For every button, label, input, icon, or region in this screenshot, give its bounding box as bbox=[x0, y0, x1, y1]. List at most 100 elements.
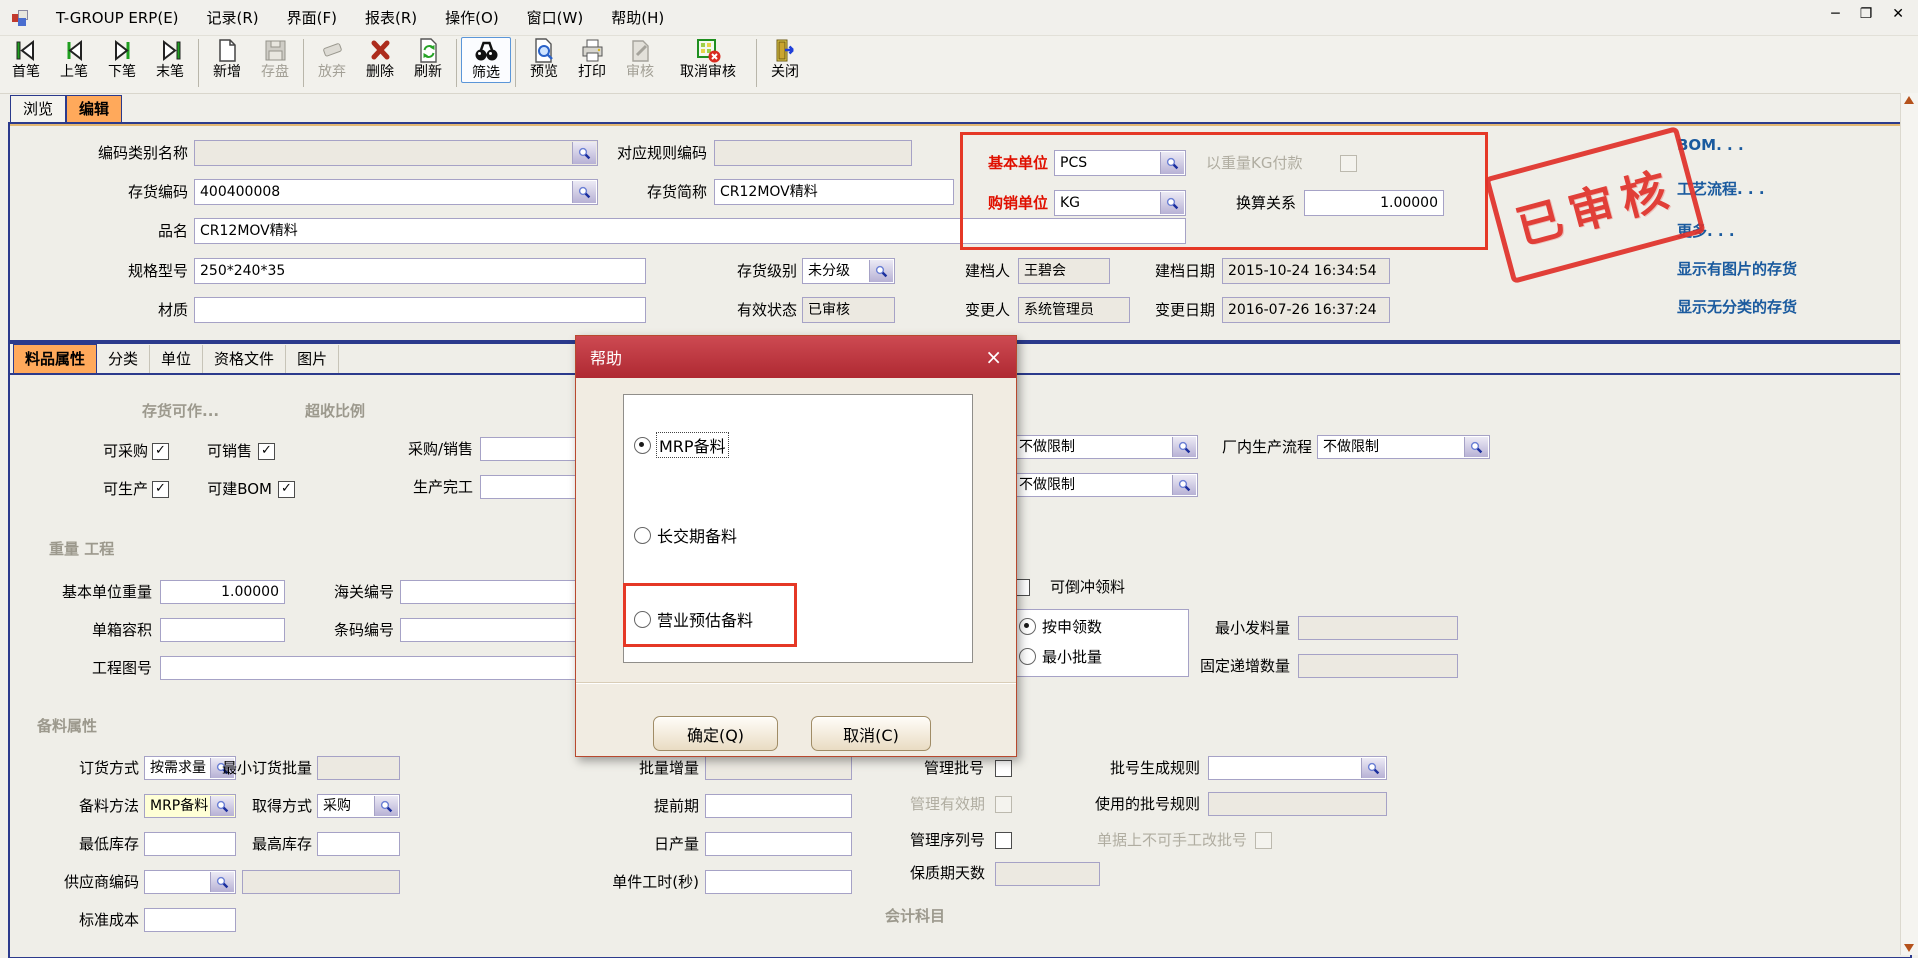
can-buy-checkbox[interactable] bbox=[152, 443, 169, 460]
prev-record-button[interactable]: 上笔 bbox=[50, 37, 98, 81]
batch-increment-field bbox=[705, 756, 852, 780]
limit-field-2[interactable]: 不做限制 bbox=[1013, 473, 1198, 497]
option-sales-forecast[interactable]: 营业预估备料 bbox=[634, 607, 753, 631]
section-preparation: 备料属性 bbox=[37, 715, 97, 736]
tab-qualification-files[interactable]: 资格文件 bbox=[203, 345, 286, 373]
new-button[interactable]: 新增 bbox=[203, 37, 251, 81]
tab-browse[interactable]: 浏览 bbox=[10, 95, 66, 122]
base-unit-weight-field[interactable]: 1.00000 bbox=[160, 580, 285, 604]
radio-sales-forecast[interactable] bbox=[634, 611, 651, 628]
menu-help[interactable]: 帮助(H) bbox=[597, 7, 678, 28]
can-make-checkbox[interactable] bbox=[152, 481, 169, 498]
changer-label: 变更人 bbox=[910, 297, 1010, 323]
min-order-field bbox=[317, 756, 400, 780]
no-manual-batch-label: 单据上不可手工改批号 bbox=[1097, 827, 1247, 853]
product-name-field[interactable]: CR12MOV精料 bbox=[194, 218, 1186, 244]
option-long-lead[interactable]: 长交期备料 bbox=[634, 523, 737, 547]
radio-min-batch[interactable] bbox=[1019, 648, 1036, 665]
toolbar-separator bbox=[456, 39, 457, 87]
box-volume-field[interactable] bbox=[160, 618, 285, 642]
bom-link[interactable]: BOM. . . bbox=[1677, 136, 1744, 154]
vertical-scrollbar[interactable] bbox=[1900, 93, 1918, 955]
can-bom-checkbox[interactable] bbox=[278, 481, 295, 498]
lead-time-field[interactable] bbox=[705, 794, 852, 818]
restore-button[interactable]: ❐ bbox=[1860, 6, 1873, 22]
first-record-button[interactable]: 首笔 bbox=[2, 37, 50, 81]
manage-batch-checkbox[interactable] bbox=[995, 760, 1012, 777]
base-unit-field[interactable]: PCS bbox=[1054, 150, 1186, 176]
radio-long-lead[interactable] bbox=[634, 527, 651, 544]
next-record-button[interactable]: 下笔 bbox=[98, 37, 146, 81]
lookup-icon[interactable] bbox=[869, 260, 893, 282]
unit-hours-field[interactable] bbox=[705, 870, 852, 894]
trade-unit-field[interactable]: KG bbox=[1054, 190, 1186, 216]
limit-field-1[interactable]: 不做限制 bbox=[1013, 435, 1198, 459]
tab-pictures[interactable]: 图片 bbox=[286, 345, 339, 373]
supplier-code-field[interactable] bbox=[144, 870, 236, 894]
scroll-up-icon[interactable] bbox=[1904, 96, 1914, 104]
menu-ui[interactable]: 界面(F) bbox=[273, 7, 351, 28]
daily-output-field[interactable] bbox=[705, 832, 852, 856]
lookup-icon[interactable] bbox=[210, 872, 234, 892]
menu-record[interactable]: 记录(R) bbox=[193, 7, 273, 28]
lookup-icon[interactable] bbox=[1172, 475, 1196, 495]
menu-report[interactable]: 报表(R) bbox=[351, 7, 431, 28]
material-field[interactable] bbox=[194, 297, 646, 323]
fixed-increment-field bbox=[1298, 654, 1458, 678]
option-mrp[interactable]: MRP备料 bbox=[634, 433, 728, 457]
ok-button[interactable]: 确定(Q) bbox=[653, 716, 778, 751]
tab-units[interactable]: 单位 bbox=[150, 345, 203, 373]
lookup-icon[interactable] bbox=[1361, 758, 1385, 778]
menu-window[interactable]: 窗口(W) bbox=[513, 7, 598, 28]
tab-item-attributes[interactable]: 料品属性 bbox=[13, 344, 97, 373]
cancel-button[interactable]: 取消(C) bbox=[811, 716, 931, 751]
issue-min-batch-option[interactable]: 最小批量 bbox=[1019, 646, 1102, 667]
menu-operate[interactable]: 操作(O) bbox=[431, 7, 513, 28]
std-cost-field[interactable] bbox=[144, 908, 236, 932]
spec-field[interactable]: 250*240*35 bbox=[194, 258, 646, 284]
section-over-receive: 超收比例 bbox=[305, 400, 365, 421]
section-weight-engineering: 重量 工程 bbox=[49, 538, 114, 559]
toolbar-separator bbox=[198, 39, 199, 87]
minimize-button[interactable]: ─ bbox=[1831, 6, 1839, 22]
can-sell-checkbox[interactable] bbox=[258, 443, 275, 460]
radio-mrp[interactable] bbox=[634, 437, 651, 454]
print-button[interactable]: 打印 bbox=[568, 37, 616, 81]
issue-by-apply-option[interactable]: 按申领数 bbox=[1019, 616, 1102, 637]
lookup-icon[interactable] bbox=[374, 796, 398, 816]
toolbar: 首笔 上笔 下笔 末笔 新增 存盘 放弃 删除 刷新 筛选 预览 bbox=[0, 36, 1918, 94]
help-dialog-titlebar[interactable]: 帮助 × bbox=[576, 336, 1016, 378]
last-record-button[interactable]: 末笔 bbox=[146, 37, 194, 81]
order-mode-label: 订货方式 bbox=[35, 755, 139, 781]
max-stock-field[interactable] bbox=[317, 832, 400, 856]
manage-serial-checkbox[interactable] bbox=[995, 832, 1012, 849]
refresh-button[interactable]: 刷新 bbox=[404, 37, 452, 81]
tab-classification[interactable]: 分类 bbox=[97, 345, 150, 373]
tab-edit[interactable]: 编辑 bbox=[66, 95, 122, 122]
show-unclassified-link[interactable]: 显示无分类的存货 bbox=[1677, 296, 1797, 317]
spec-label: 规格型号 bbox=[22, 258, 188, 284]
close-button[interactable]: 关闭 bbox=[761, 37, 809, 81]
preview-button[interactable]: 预览 bbox=[520, 37, 568, 81]
factory-flow-field[interactable]: 不做限制 bbox=[1317, 435, 1490, 459]
close-window-button[interactable]: ✕ bbox=[1892, 6, 1904, 22]
lookup-icon[interactable] bbox=[1172, 437, 1196, 457]
radio-by-apply[interactable] bbox=[1019, 618, 1036, 635]
inventory-abbr-label: 存货简称 bbox=[450, 179, 707, 205]
acquire-mode-field[interactable]: 采购 bbox=[317, 794, 400, 818]
lookup-icon[interactable] bbox=[1160, 192, 1184, 214]
scroll-down-icon[interactable] bbox=[1904, 944, 1914, 952]
lookup-icon[interactable] bbox=[1464, 437, 1488, 457]
filter-button[interactable]: 筛选 bbox=[461, 37, 511, 83]
delete-button[interactable]: 删除 bbox=[356, 37, 404, 81]
conversion-field[interactable]: 1.00000 bbox=[1304, 190, 1444, 216]
cancel-audit-button[interactable]: 取消审核 bbox=[664, 37, 752, 81]
show-with-pictures-link[interactable]: 显示有图片的存货 bbox=[1677, 258, 1797, 279]
batch-rule-field[interactable] bbox=[1208, 756, 1387, 780]
first-record-icon bbox=[13, 37, 40, 64]
menu-app[interactable]: T-GROUP ERP(E) bbox=[42, 9, 193, 27]
inventory-abbr-field[interactable]: CR12MOV精料 bbox=[714, 179, 954, 205]
lookup-icon[interactable] bbox=[1160, 152, 1184, 174]
dialog-close-icon[interactable]: × bbox=[985, 347, 1002, 367]
inventory-level-field[interactable]: 未分级 bbox=[802, 258, 895, 284]
